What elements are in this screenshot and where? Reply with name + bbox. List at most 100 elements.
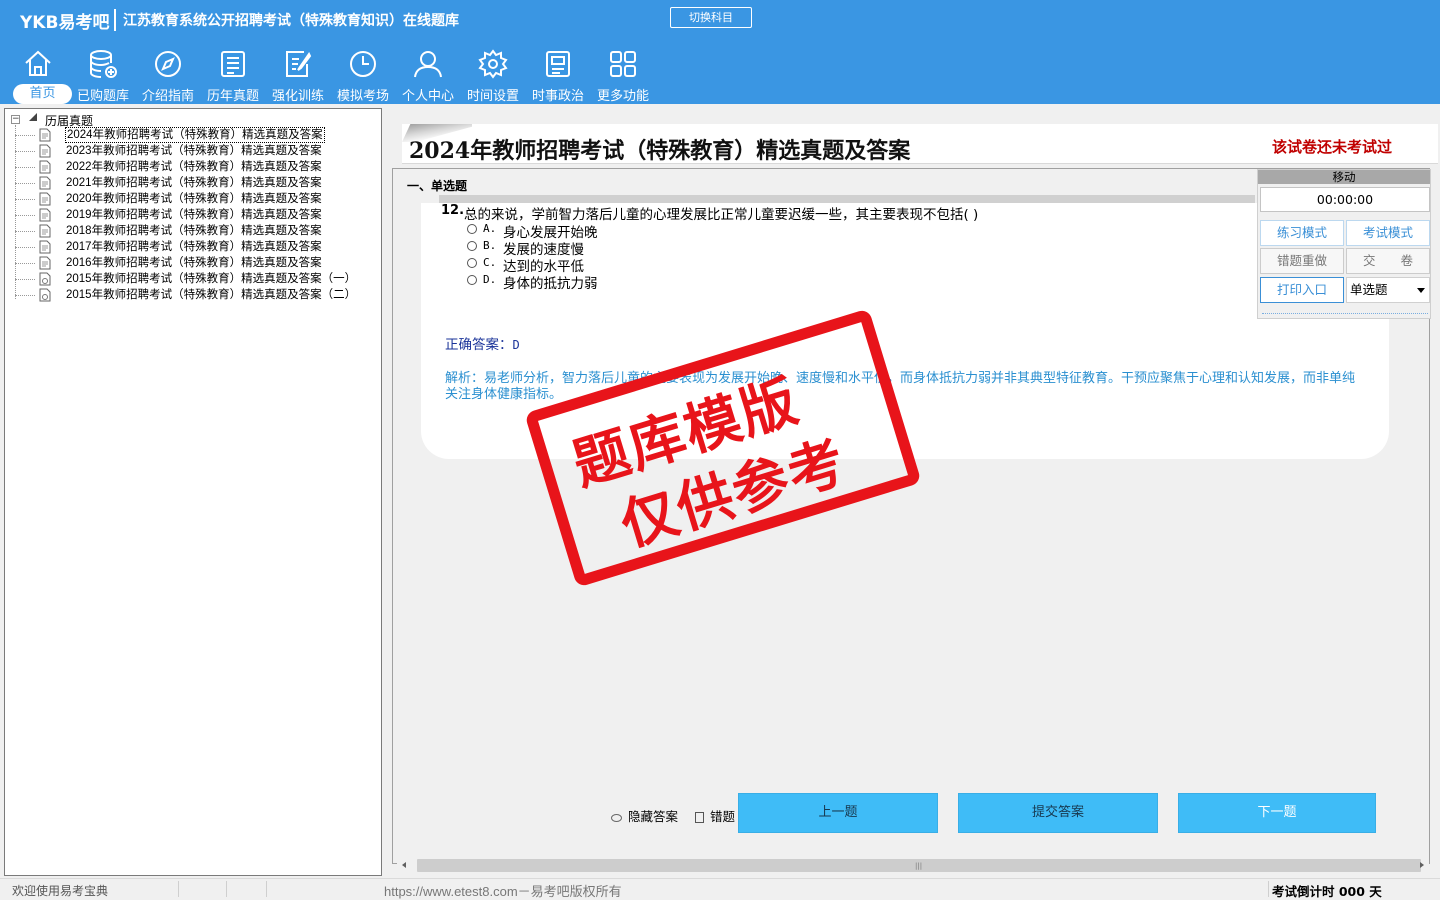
main-panel: 2024年教师招聘考试（特殊教育）精选真题及答案 该试卷还未考试过 一、单选题 … [390, 108, 1440, 876]
tree-item-label: 2016年教师招聘考试（特殊教育）精选真题及答案 [66, 257, 322, 269]
document-icon [39, 192, 51, 206]
nav-more-features[interactable]: 更多功能 [590, 46, 656, 104]
practice-mode-button[interactable]: 练习模式 [1260, 220, 1344, 246]
print-button[interactable]: 打印入口 [1260, 277, 1344, 303]
option-letter: A. [483, 222, 497, 235]
tree-item[interactable]: 2019年教师招聘考试（特殊教育）精选真题及答案 [15, 207, 371, 223]
tree-item[interactable]: 2018年教师招聘考试（特殊教育）精选真题及答案 [15, 223, 371, 239]
clock-icon [350, 51, 376, 77]
nav-past-papers[interactable]: 历年真题 [200, 46, 266, 104]
scroll-right-icon[interactable] [1412, 857, 1429, 874]
correct-answer: 正确答案：D [445, 333, 520, 353]
tree-item[interactable]: 2016年教师招聘考试（特殊教育）精选真题及答案 [15, 255, 371, 271]
document-icon [39, 128, 51, 142]
tree-item-label: 2015年教师招聘考试（特殊教育）精选真题及答案（二） [66, 289, 357, 301]
section-divider [439, 195, 1255, 203]
submit-paper-button[interactable]: 交 卷 [1346, 248, 1430, 274]
paper-title: 2024年教师招聘考试（特殊教育）精选真题及答案 [409, 138, 911, 164]
document-icon [39, 240, 51, 254]
scrollbar-thumb[interactable]: ||| [417, 859, 1421, 872]
nav-home-label: 首页 [13, 84, 72, 104]
option-letter: B. [483, 239, 497, 252]
compass-icon [155, 51, 181, 77]
exam-mode-button[interactable]: 考试模式 [1346, 220, 1430, 246]
grip-icon: ||| [915, 862, 923, 870]
tree-item[interactable]: 2020年教师招聘考试（特殊教育）精选真题及答案 [15, 191, 371, 207]
exam-timer: 00:00:00 [1260, 187, 1430, 212]
document-icon [39, 144, 51, 158]
notebook-icon [695, 812, 704, 823]
nav-current-affairs[interactable]: 时事政治 [525, 46, 591, 104]
option-letter: C. [483, 256, 497, 269]
tree-item-label: 2020年教师招聘考试（特殊教育）精选真题及答案 [66, 193, 322, 205]
document-icon [39, 176, 51, 190]
status-welcome: 欢迎使用易考宝典 [12, 884, 109, 898]
tree-item-label: 2018年教师招聘考试（特殊教育）精选真题及答案 [66, 225, 322, 237]
radio-button[interactable] [467, 258, 477, 268]
nav-current-affairs-label: 时事政治 [531, 89, 584, 104]
nav-time-settings[interactable]: 时间设置 [460, 46, 526, 104]
tree-collapse-icon[interactable]: − [11, 115, 20, 124]
database-icon [90, 50, 117, 78]
document-lock-icon [39, 288, 51, 302]
switch-subject-button[interactable]: 切换科目 [670, 7, 752, 28]
eye-icon [611, 813, 622, 822]
section-label: 一、单选题 [407, 179, 468, 193]
app-title: 江苏教育系统公开招聘考试（特殊教育知识）在线题库 [123, 13, 459, 29]
tree-item-label: 2023年教师招聘考试（特殊教育）精选真题及答案 [66, 145, 322, 157]
nav-mock-exam-label: 模拟考场 [336, 89, 389, 104]
scroll-left-icon[interactable] [397, 857, 414, 874]
radio-button[interactable] [467, 241, 477, 251]
paper-tree-panel: − 历届真题 2024年教师招聘考试（特殊教育）精选真题及答案 2023年教师招… [4, 108, 382, 876]
document-lock-icon [39, 272, 51, 286]
tree-expanded-icon [29, 113, 37, 121]
tree-item[interactable]: 2015年教师招聘考试（特殊教育）精选真题及答案（一） [15, 271, 371, 287]
hide-answer-toggle[interactable]: 隐藏答案 [611, 806, 678, 825]
edit-icon [286, 51, 312, 77]
question-type-select[interactable]: 单选题 [1346, 277, 1430, 303]
tree-item[interactable]: 2023年教师招聘考试（特殊教育）精选真题及答案 [15, 143, 371, 159]
app-logo: YKB易考吧 [20, 13, 110, 33]
exam-countdown: 考试倒计时 000 天 [1272, 884, 1382, 899]
prev-question-button[interactable]: 上一题 [738, 793, 938, 833]
radio-button[interactable] [467, 224, 477, 234]
status-bar: 欢迎使用易考宝典 https://www.etest8.com－易考吧版权所有 … [0, 878, 1440, 900]
tree-item[interactable]: 2024年教师招聘考试（特殊教育）精选真题及答案 [15, 127, 371, 143]
question-text: 总的来说，学前智力落后儿童的心理发展比正常儿童要迟缓一些，其主要表现不包括( ) [464, 207, 979, 223]
hide-answer-label: 隐藏答案 [628, 809, 679, 824]
grid-icon [610, 51, 636, 77]
wrong-book-toggle[interactable]: 错题本 [695, 806, 735, 825]
submit-answer-button[interactable]: 提交答案 [958, 793, 1158, 833]
option-letter: D. [483, 273, 497, 286]
next-question-button[interactable]: 下一题 [1178, 793, 1376, 833]
tree-item-label: 2021年教师招聘考试（特殊教育）精选真题及答案 [66, 177, 322, 189]
tree-item-label: 2019年教师招聘考试（特殊教育）精选真题及答案 [66, 209, 322, 221]
panel-move-handle[interactable]: 移动 [1258, 170, 1430, 184]
correct-answer-label: 正确答案： [445, 337, 513, 353]
nav-guide-label: 介绍指南 [141, 89, 194, 104]
nav-home[interactable]: 首页 [5, 46, 72, 104]
status-separator [226, 881, 227, 897]
tree-item[interactable]: 2017年教师招聘考试（特殊教育）精选真题及答案 [15, 239, 371, 255]
nav-purchased-banks[interactable]: 已购题库 [70, 46, 136, 104]
nav-purchased-label: 已购题库 [76, 89, 129, 104]
document-icon [39, 256, 51, 270]
horizontal-scrollbar[interactable]: ||| [397, 857, 1429, 874]
tree-item[interactable]: 2015年教师招聘考试（特殊教育）精选真题及答案（二） [15, 287, 371, 303]
nav-personal-center[interactable]: 个人中心 [395, 46, 461, 104]
nav-intensive-label: 强化训练 [271, 89, 324, 104]
nav-intensive-training[interactable]: 强化训练 [265, 46, 331, 104]
option-text: 身体的抵抗力弱 [503, 276, 598, 292]
nav-mock-exam[interactable]: 模拟考场 [330, 46, 396, 104]
wrong-book-label: 错题本 [710, 809, 735, 824]
redo-wrong-button[interactable]: 错题重做 [1260, 248, 1344, 274]
exam-control-panel: 移动 00:00:00 练习模式 考试模式 错题重做 交 卷 打印入口 单选题 [1257, 169, 1431, 319]
tree-item[interactable]: 2021年教师招聘考试（特殊教育）精选真题及答案 [15, 175, 371, 191]
panel-footer [1262, 309, 1428, 314]
tree-item[interactable]: 2022年教师招聘考试（特殊教育）精选真题及答案 [15, 159, 371, 175]
radio-button[interactable] [467, 275, 477, 285]
document-list-icon [221, 51, 245, 77]
dropdown-arrow-icon [1417, 288, 1425, 293]
nav-guide[interactable]: 介绍指南 [135, 46, 201, 104]
newspaper-icon [546, 51, 570, 77]
